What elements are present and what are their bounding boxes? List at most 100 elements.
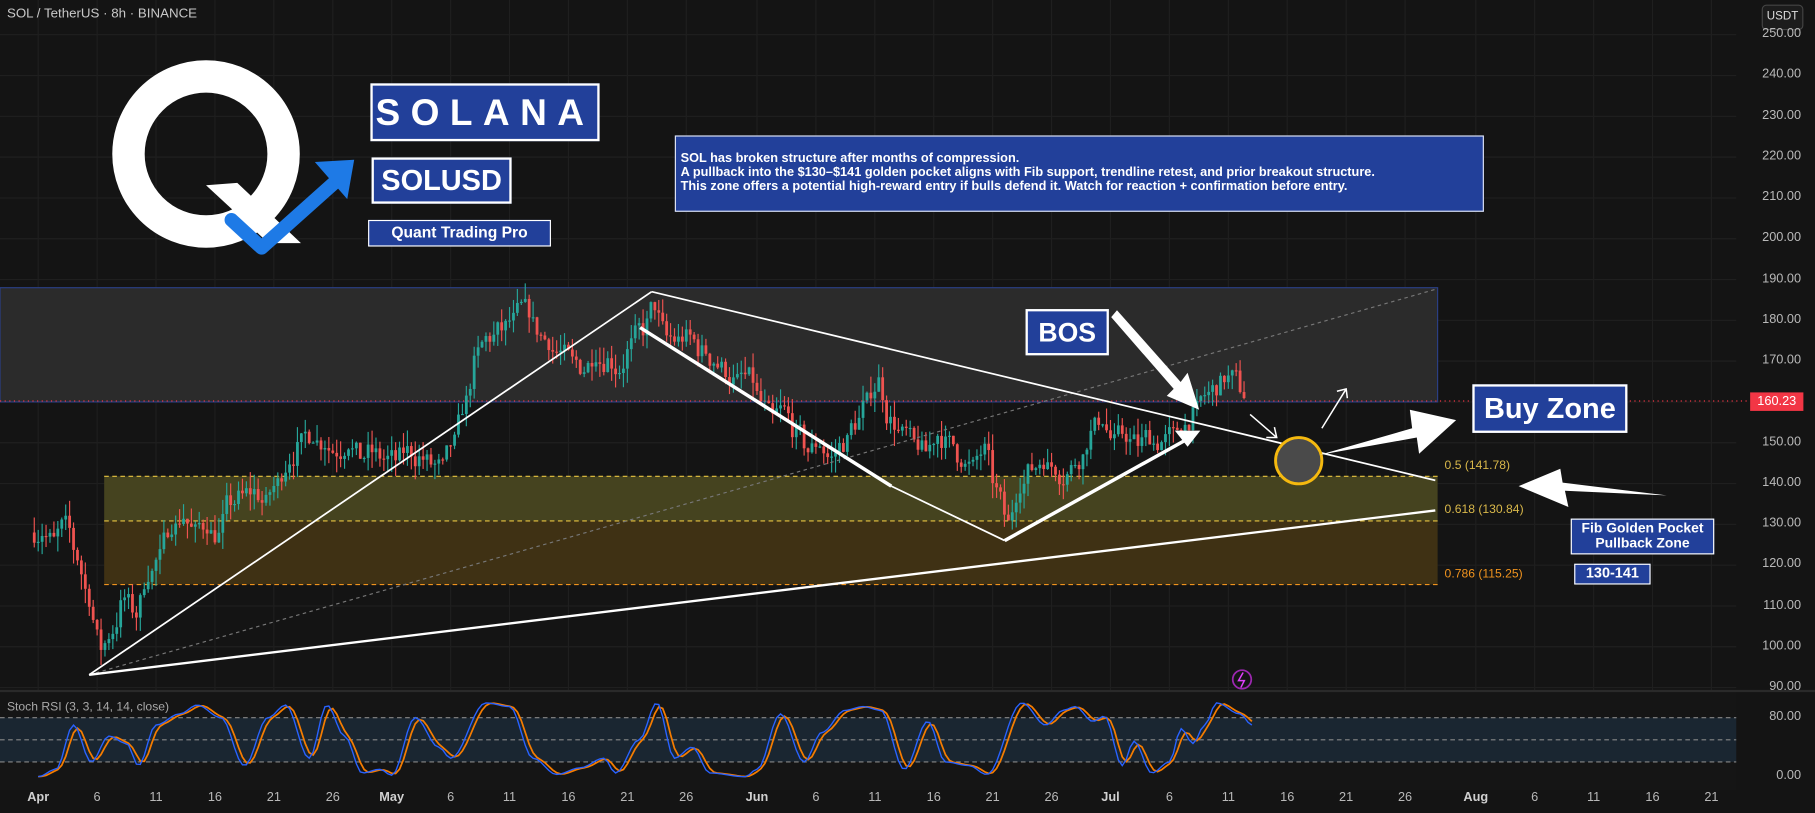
candle-body [896, 429, 900, 431]
candle-body [1132, 434, 1136, 440]
candle-body [237, 490, 240, 505]
chart-stage[interactable]: SOL / TetherUS · 8h · BINANCE USDT SOLAN… [0, 0, 1815, 813]
candle-body [842, 443, 845, 452]
stoch-tick-80: 80.00 [1769, 709, 1802, 724]
bos-label[interactable]: BOS [1025, 309, 1109, 356]
candle-body [280, 478, 284, 482]
candle-body [123, 597, 127, 601]
candle-body [653, 302, 657, 311]
candle-body [1077, 464, 1081, 470]
candle-body [382, 458, 386, 460]
candle-body [783, 405, 786, 407]
candle-body [684, 329, 688, 342]
candle-body [504, 320, 507, 331]
time-tick: 16 [207, 790, 223, 805]
candle-body [665, 321, 669, 336]
candle-body [739, 372, 743, 375]
candle-body [539, 334, 543, 336]
candle-body [107, 639, 111, 644]
candle-body [602, 363, 606, 373]
candle-body [633, 325, 637, 339]
candle-body [1038, 464, 1042, 469]
price-tick: 220.00 [1762, 149, 1802, 163]
price-tick: 250.00 [1762, 26, 1802, 41]
candle-body [865, 392, 869, 401]
price-tick: 120.00 [1762, 557, 1802, 571]
candle-body [193, 524, 197, 527]
candle-body [1242, 392, 1246, 399]
candle-body [1215, 385, 1218, 396]
candle-body [170, 534, 174, 538]
candle-body [138, 595, 142, 618]
candle-body [1156, 443, 1160, 451]
candle-body [1191, 407, 1195, 431]
candle-body [244, 488, 248, 494]
price-tick: 180.00 [1762, 312, 1802, 327]
candle-body [370, 444, 374, 453]
candle-body [103, 643, 107, 650]
candle-body [260, 500, 264, 503]
author-label: Quant Trading Pro [368, 219, 551, 247]
candle-body [912, 427, 916, 440]
candle-body [1140, 437, 1144, 446]
candle-body [303, 431, 307, 434]
candle-body [1010, 512, 1014, 521]
candle-body [692, 334, 696, 340]
candle-body [594, 362, 598, 367]
candle-body [480, 341, 484, 348]
candle-body [1101, 424, 1105, 426]
candle-body [512, 312, 515, 321]
time-tick: 16 [1645, 790, 1660, 805]
candle-body [1069, 465, 1073, 475]
time-tick: 6 [1531, 790, 1539, 805]
candle-body [826, 453, 830, 458]
candle-body [115, 627, 119, 634]
candle-body [68, 515, 72, 528]
candle-body [732, 377, 735, 385]
candle-body [276, 478, 280, 486]
candle-body [610, 358, 614, 369]
time-tick: 21 [985, 790, 1000, 805]
candle-body [197, 523, 201, 525]
candle-body [759, 391, 763, 402]
candle-body [402, 447, 405, 453]
candle-body [417, 456, 421, 467]
buy-zone-label[interactable]: Buy Zone [1472, 384, 1628, 433]
candle-body [154, 559, 158, 571]
candle-body [99, 629, 103, 650]
candle-body [1128, 439, 1132, 442]
candle-body [508, 320, 511, 322]
fib-zone-arrow-icon [1518, 468, 1667, 507]
candle-body [390, 450, 394, 456]
candle-body [806, 448, 810, 453]
candle-body [248, 488, 252, 495]
candle-body [971, 459, 975, 462]
candle-body [284, 472, 288, 482]
candle-body [445, 445, 449, 460]
candle-body [712, 363, 716, 366]
candle-body [1175, 427, 1179, 430]
candle-body [900, 426, 904, 431]
analysis-note[interactable]: SOL has broken structure after months of… [674, 135, 1484, 212]
candle-body [449, 445, 453, 447]
candle-body [95, 619, 99, 630]
candle-body [999, 487, 1002, 492]
candle-body [189, 523, 193, 527]
candle-body [515, 302, 519, 313]
fib-zone-lower [104, 520, 1438, 585]
fib-zone-label[interactable]: Fib Golden Pocket Pullback Zone [1570, 518, 1715, 555]
time-tick: 11 [868, 790, 882, 805]
candle-body [680, 336, 684, 342]
candle-body [1042, 464, 1046, 470]
price-tick: 210.00 [1762, 189, 1802, 204]
range-label[interactable]: 130-141 [1574, 563, 1651, 585]
candle-body [845, 435, 849, 452]
candle-body [131, 594, 134, 613]
entry-circle-icon [1274, 436, 1324, 486]
stoch-rsi-label[interactable]: Stoch RSI (3, 3, 14, 14, close) [7, 700, 169, 714]
candle-body [339, 456, 343, 459]
candle-body [358, 442, 362, 459]
candle-body [1234, 370, 1238, 372]
candle-body [893, 416, 896, 430]
candle-body [150, 570, 154, 582]
